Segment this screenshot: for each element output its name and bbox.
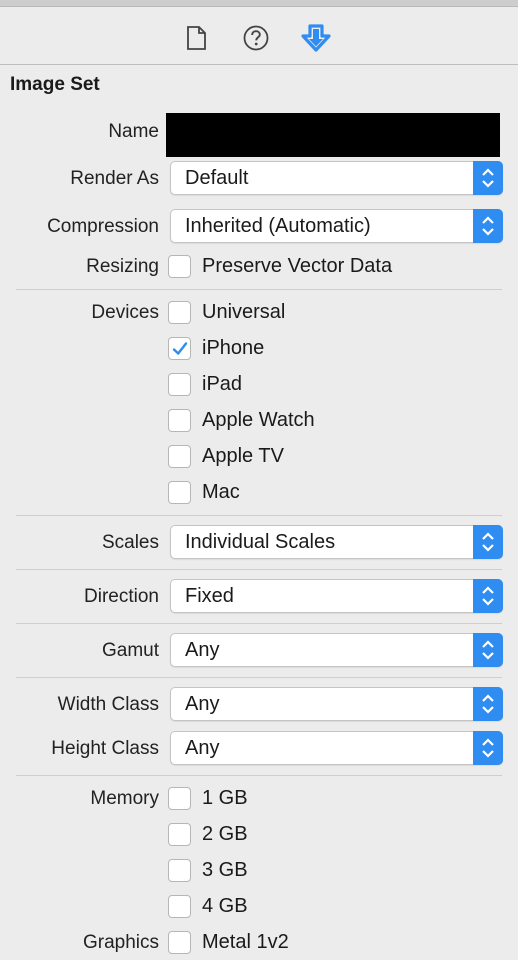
device-ipad-checkbox[interactable] xyxy=(168,373,191,396)
preserve-vector-data-checkbox[interactable] xyxy=(168,255,191,278)
scales-value: Individual Scales xyxy=(185,531,336,553)
chevron-updown-icon xyxy=(473,731,503,765)
render-as-popup[interactable]: Default xyxy=(170,161,503,195)
device-universal-label: Universal xyxy=(202,301,286,323)
device-iphone-checkbox[interactable] xyxy=(168,337,191,360)
memory-4gb-label: 4 GB xyxy=(202,895,248,917)
quick-help-icon[interactable] xyxy=(242,24,270,52)
memory-3gb-label: 3 GB xyxy=(202,859,248,881)
device-universal-checkbox[interactable] xyxy=(168,301,191,324)
gamut-popup[interactable]: Any xyxy=(170,633,503,667)
inspector-toolbar xyxy=(0,8,518,65)
direction-label: Direction xyxy=(84,586,159,607)
height-class-value: Any xyxy=(185,737,220,759)
window-top-edge xyxy=(0,0,518,7)
device-mac-label: Mac xyxy=(202,481,240,503)
gamut-value: Any xyxy=(185,639,220,661)
width-class-label: Width Class xyxy=(57,694,159,715)
graphics-metal-1v2-checkbox[interactable] xyxy=(168,931,191,954)
chevron-updown-icon xyxy=(473,633,503,667)
devices-label: Devices xyxy=(91,302,159,323)
width-class-popup[interactable]: Any xyxy=(170,687,503,721)
scales-popup[interactable]: Individual Scales xyxy=(170,525,503,559)
memory-label: Memory xyxy=(90,788,159,809)
chevron-updown-icon xyxy=(473,579,503,613)
device-apple-watch-checkbox[interactable] xyxy=(168,409,191,432)
memory-3gb-checkbox[interactable] xyxy=(168,859,191,882)
compression-label: Compression xyxy=(47,216,159,237)
compression-popup[interactable]: Inherited (Automatic) xyxy=(170,209,503,243)
render-as-label: Render As xyxy=(70,168,159,189)
device-iphone-label: iPhone xyxy=(202,337,265,359)
device-mac-checkbox[interactable] xyxy=(168,481,191,504)
memory-2gb-label: 2 GB xyxy=(202,823,248,845)
memory-2gb-checkbox[interactable] xyxy=(168,823,191,846)
section-title: Image Set xyxy=(10,74,100,95)
height-class-label: Height Class xyxy=(51,738,159,759)
chevron-updown-icon xyxy=(473,687,503,721)
device-ipad-label: iPad xyxy=(202,373,243,395)
device-apple-tv-checkbox[interactable] xyxy=(168,445,191,468)
divider xyxy=(16,623,502,624)
name-label: Name xyxy=(108,121,159,142)
memory-4gb-checkbox[interactable] xyxy=(168,895,191,918)
divider xyxy=(16,775,502,776)
chevron-updown-icon xyxy=(473,209,503,243)
memory-1gb-checkbox[interactable] xyxy=(168,787,191,810)
graphics-metal-1v2-label: Metal 1v2 xyxy=(202,931,289,953)
render-as-value: Default xyxy=(185,167,249,189)
preserve-vector-data-label: Preserve Vector Data xyxy=(202,255,393,277)
memory-1gb-label: 1 GB xyxy=(202,787,248,809)
divider xyxy=(16,515,502,516)
direction-value: Fixed xyxy=(185,585,234,607)
chevron-updown-icon xyxy=(473,525,503,559)
scales-label: Scales xyxy=(101,532,159,553)
compression-value: Inherited (Automatic) xyxy=(185,215,371,237)
chevron-updown-icon xyxy=(473,161,503,195)
height-class-popup[interactable]: Any xyxy=(170,731,503,765)
divider xyxy=(16,677,502,678)
direction-popup[interactable]: Fixed xyxy=(170,579,503,613)
divider xyxy=(16,569,502,570)
gamut-label: Gamut xyxy=(101,640,159,661)
device-apple-tv-label: Apple TV xyxy=(202,445,284,467)
resizing-label: Resizing xyxy=(86,256,159,277)
device-apple-watch-label: Apple Watch xyxy=(202,409,315,431)
name-field[interactable] xyxy=(166,113,500,157)
width-class-value: Any xyxy=(185,693,220,715)
graphics-label: Graphics xyxy=(82,932,159,953)
checkmark-icon xyxy=(172,342,188,355)
divider xyxy=(16,289,502,290)
file-inspector-icon[interactable] xyxy=(182,24,210,52)
attributes-inspector-icon[interactable] xyxy=(301,24,331,52)
